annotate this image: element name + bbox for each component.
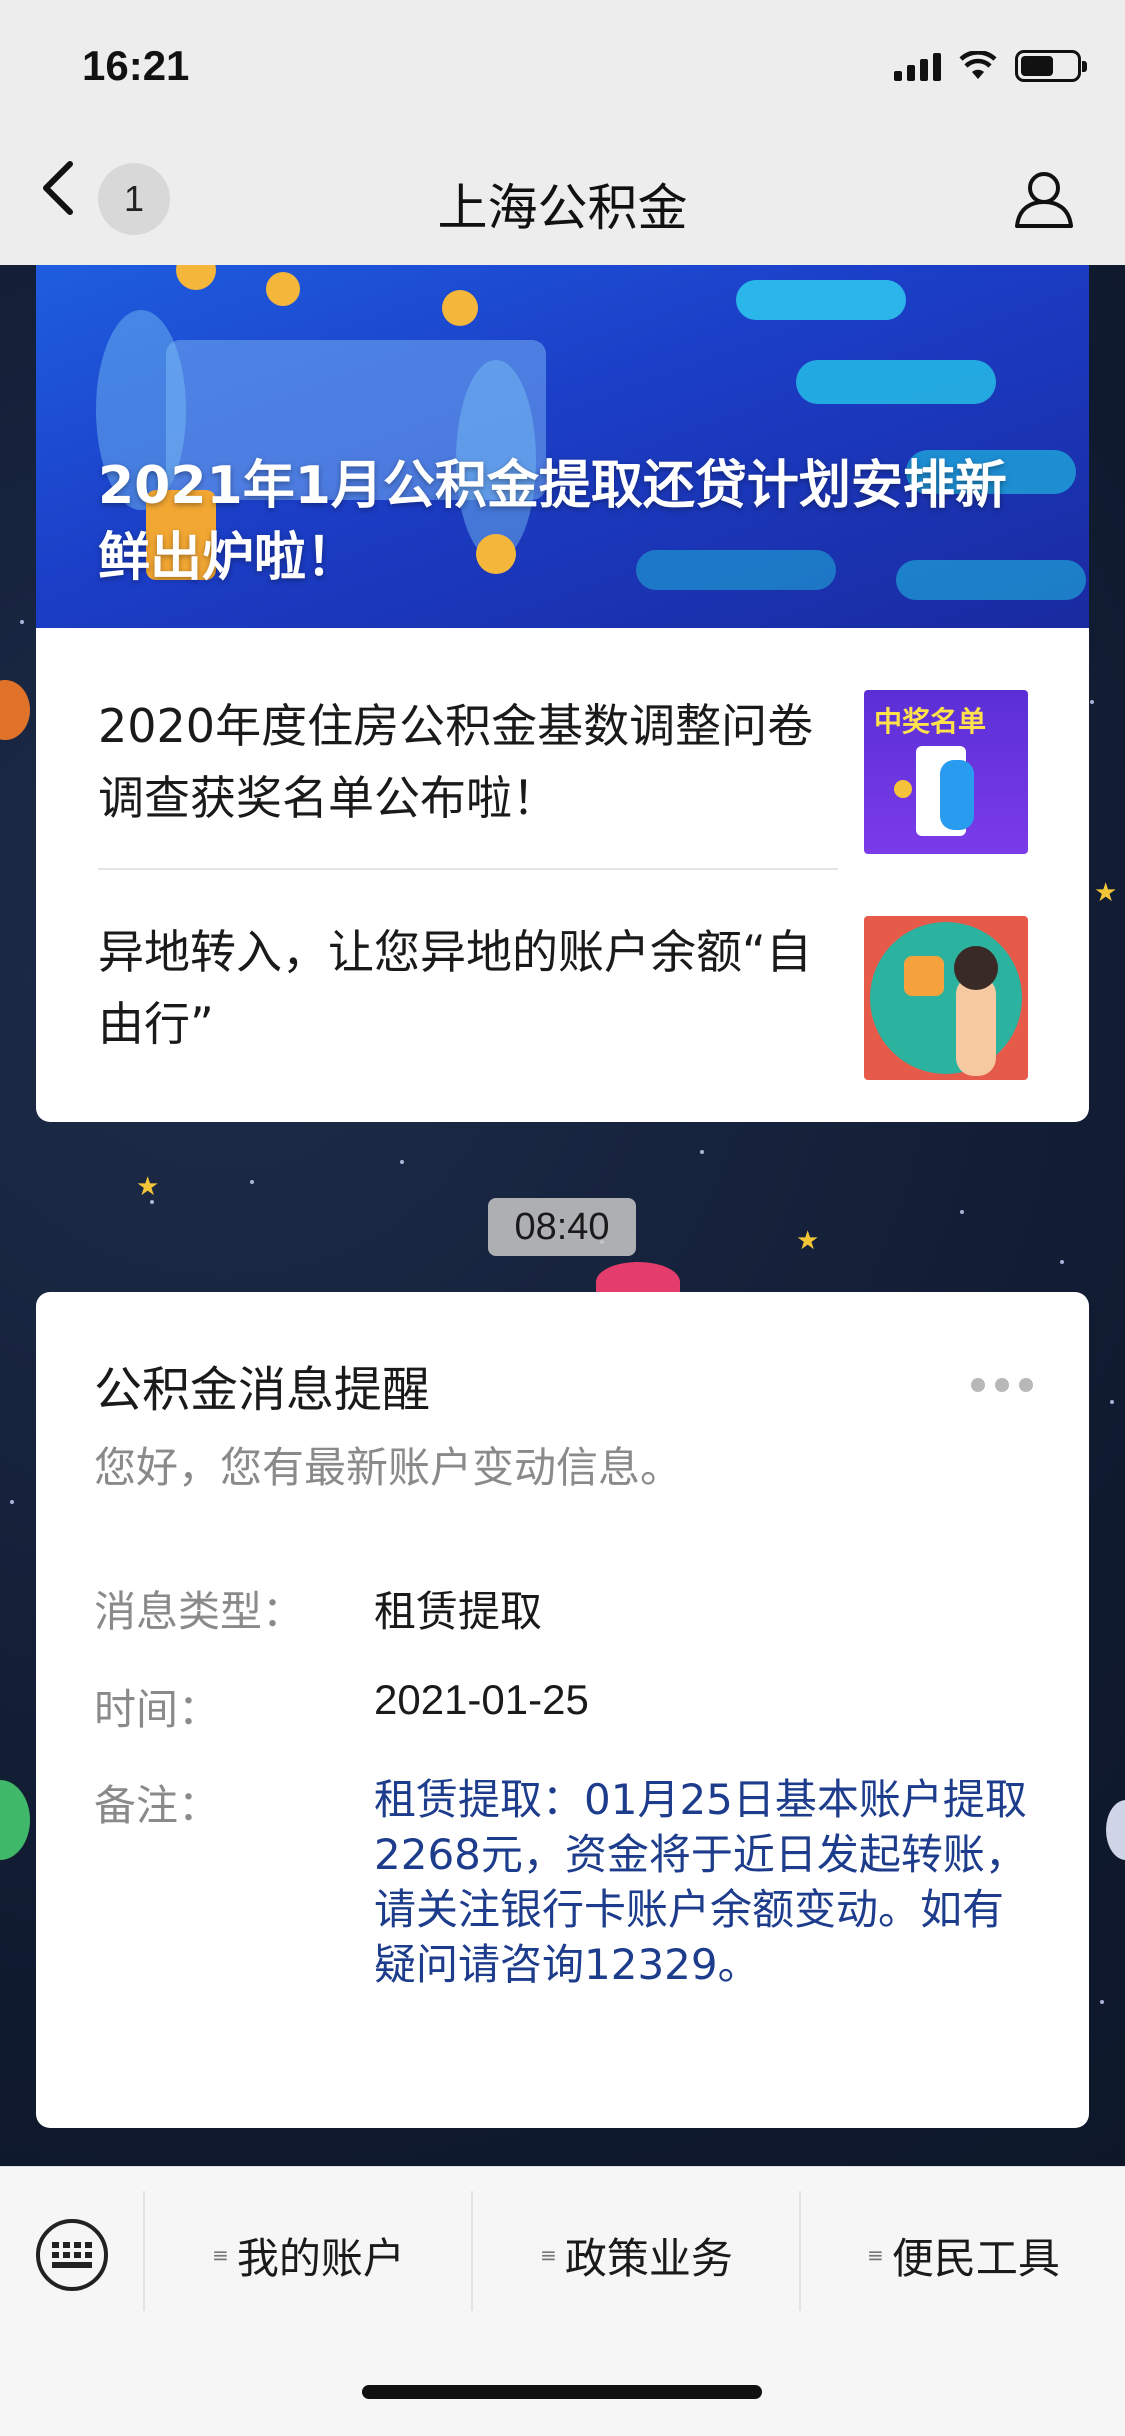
menu-divider (143, 2191, 145, 2311)
top-bar: 16:21 1 上海公积金 (0, 0, 1125, 265)
divider (98, 868, 838, 870)
article-list-item[interactable]: 异地转入，让您异地的账户余额“自由行” (98, 916, 1028, 1122)
user-profile-icon[interactable] (1013, 168, 1075, 230)
menu-divider (799, 2191, 801, 2311)
menu-label: 政策业务 (564, 2233, 733, 2283)
article-card: 2021年1月公积金提取还贷计划安排新鲜出炉啦！ 2020年度住房公积金基数调整… (36, 250, 1089, 1122)
status-time: 16:21 (82, 42, 190, 89)
battery-icon (1015, 50, 1087, 82)
field-value-time: 2021-01-25 (374, 1676, 589, 1723)
menu-list-icon: ≡ (540, 2243, 557, 2267)
menu-convenience-tools[interactable]: ≡ 便民工具 (802, 2219, 1125, 2291)
article-item-title: 异地转入，让您异地的账户余额“自由行” (98, 925, 812, 1051)
field-label-note: 备注： (94, 1781, 221, 1830)
message-subtitle: 您好，您有最新账户变动信息。 (94, 1443, 683, 1492)
status-icons (894, 50, 1087, 82)
thumbnail-text: 中奖名单 (874, 705, 987, 738)
message-title: 公积金消息提醒 (94, 1362, 431, 1418)
menu-label: 便民工具 (891, 2233, 1060, 2283)
bottom-menu-bar: ≡ 我的账户 ≡ 政策业务 ≡ 便民工具 (0, 2166, 1125, 2436)
cellular-signal-icon (894, 51, 941, 81)
field-label-type: 消息类型： (94, 1587, 305, 1636)
field-value-note: 租赁提取：01月25日基本账户提取2268元，资金将于近日发起转账，请关注银行卡… (374, 1775, 1027, 1989)
article-item-thumbnail (864, 916, 1028, 1080)
menu-my-account[interactable]: ≡ 我的账户 (146, 2219, 471, 2291)
article-item-thumbnail: 中奖名单 (864, 690, 1028, 854)
hero-article[interactable]: 2021年1月公积金提取还贷计划安排新鲜出炉啦！ (36, 250, 1089, 628)
menu-list-icon: ≡ (867, 2243, 884, 2267)
menu-divider (471, 2191, 473, 2311)
hero-title: 2021年1月公积金提取还贷计划安排新鲜出炉啦！ (98, 456, 1007, 588)
menu-list-icon: ≡ (212, 2243, 229, 2267)
menu-policy-business[interactable]: ≡ 政策业务 (474, 2219, 799, 2291)
field-label-time: 时间： (94, 1685, 221, 1734)
wifi-icon (959, 51, 997, 79)
home-indicator[interactable] (362, 2385, 762, 2399)
more-options-icon[interactable] (971, 1378, 1033, 1392)
article-item-title: 2020年度住房公积金基数调整问卷调查获奖名单公布啦！ (98, 699, 814, 825)
page-title: 上海公积金 (437, 179, 688, 237)
keyboard-toggle-icon[interactable] (36, 2219, 108, 2291)
field-value-type: 租赁提取 (374, 1587, 543, 1636)
message-card[interactable]: 公积金消息提醒 您好，您有最新账户变动信息。 消息类型： 租赁提取 时间： 20… (36, 1292, 1089, 2128)
message-timestamp: 08:40 (488, 1198, 636, 1256)
menu-label: 我的账户 (236, 2233, 405, 2283)
